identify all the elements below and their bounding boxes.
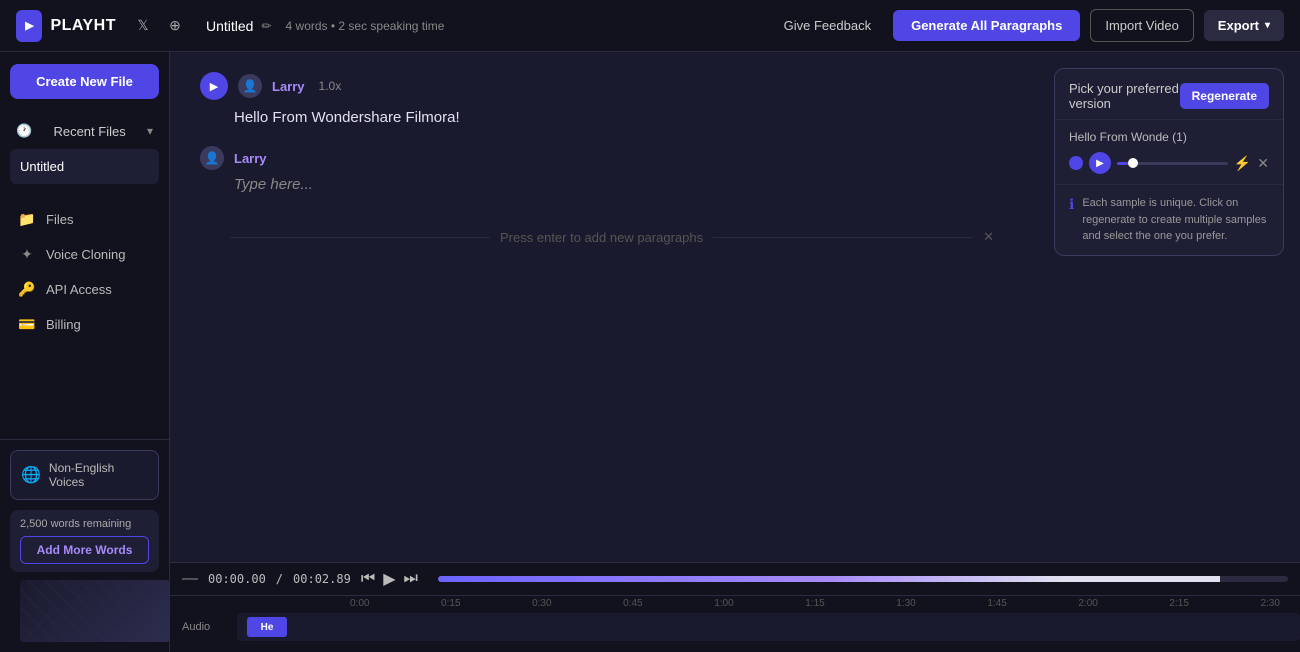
- skip-forward-button[interactable]: ⏭: [404, 570, 418, 588]
- audio-progress-fill: [1117, 162, 1128, 165]
- skip-back-button[interactable]: ⏮: [361, 570, 375, 588]
- thumbnail-preview: [20, 580, 170, 642]
- sidebar-item-files[interactable]: 📁 Files: [10, 202, 159, 237]
- timeline-progress-bar[interactable]: [438, 576, 1288, 582]
- speed-control-icon[interactable]: ⚡: [1234, 155, 1251, 172]
- ruler-marks: 0:00 0:15 0:30 0:45 1:00 1:15 1:30 1:45 …: [350, 598, 1300, 609]
- popup-panel-header: Pick your preferred version Regenerate: [1055, 69, 1283, 120]
- file-title: Untitled: [206, 18, 253, 34]
- popup-info: ℹ Each sample is unique. Click on regene…: [1055, 185, 1283, 255]
- play-pause-button[interactable]: ▶: [383, 569, 395, 589]
- speaker-name-1[interactable]: Larry: [272, 79, 305, 94]
- clock-icon: 🕐: [16, 123, 32, 139]
- editor-area: ▶ 👤 Larry 1.0x Hello From Wondershare Fi…: [170, 52, 1300, 652]
- topbar-actions: Give Feedback Generate All Paragraphs Im…: [772, 9, 1284, 42]
- paragraph-text-1[interactable]: Hello From Wondershare Filmora!: [200, 106, 1024, 130]
- timeline-progress-fill: [438, 576, 1220, 582]
- file-meta: 4 words • 2 sec speaking time: [286, 19, 445, 33]
- words-remaining-text: 2,500 words remaining: [20, 518, 149, 530]
- radio-select-sample[interactable]: [1069, 156, 1083, 170]
- chevron-down-icon: ▾: [147, 124, 153, 138]
- non-english-label: Non-English Voices: [49, 461, 148, 489]
- timeline-time-current: 00:00.00: [208, 572, 266, 586]
- files-icon: 📁: [18, 211, 36, 228]
- speed-badge-1[interactable]: 1.0x: [319, 79, 342, 93]
- create-new-file-button[interactable]: Create New File: [10, 64, 159, 99]
- billing-icon: 💳: [18, 316, 36, 333]
- sidebar-item-api-access[interactable]: 🔑 API Access: [10, 272, 159, 307]
- paragraph-header-1: ▶ 👤 Larry 1.0x: [200, 72, 1024, 100]
- popup-panel: Pick your preferred version Regenerate H…: [1054, 68, 1284, 256]
- timeline-time-total: 00:02.89: [293, 572, 351, 586]
- non-english-voices-box[interactable]: 🌐 Non-English Voices: [10, 450, 159, 500]
- sidebar-item-voice-cloning[interactable]: ✦ Voice Cloning: [10, 237, 159, 272]
- edit-title-icon[interactable]: ✏: [261, 19, 271, 33]
- logo-area: ▶ PLAYHT 𝕏 ⊕: [16, 10, 186, 42]
- speaker-avatar-2: 👤: [200, 146, 224, 170]
- audio-sample-title: Hello From Wonde (1): [1069, 130, 1269, 144]
- give-feedback-button[interactable]: Give Feedback: [772, 12, 883, 39]
- timeline-toolbar: — 00:00.00 / 00:02.89 ⏮ ▶ ⏭: [170, 563, 1300, 596]
- dismiss-hint-button[interactable]: ✕: [983, 229, 994, 245]
- hint-line-left: [230, 237, 490, 238]
- recent-files-header[interactable]: 🕐 Recent Files ▾: [10, 117, 159, 145]
- info-text: Each sample is unique. Click on regenera…: [1082, 195, 1269, 245]
- add-more-words-button[interactable]: Add More Words: [20, 536, 149, 564]
- speaker-avatar-1: 👤: [238, 74, 262, 98]
- export-button[interactable]: Export ▾: [1204, 10, 1284, 41]
- twitter-icon[interactable]: 𝕏: [132, 15, 154, 37]
- info-icon: ℹ: [1069, 196, 1074, 213]
- regenerate-button[interactable]: Regenerate: [1180, 83, 1269, 109]
- timeline-tracks: Audio He: [170, 609, 1300, 645]
- words-remaining-box: 2,500 words remaining Add More Words: [10, 510, 159, 572]
- timeline-ruler: 0:00 0:15 0:30 0:45 1:00 1:15 1:30 1:45 …: [170, 596, 1300, 609]
- editor-main: ▶ 👤 Larry 1.0x Hello From Wondershare Fi…: [170, 52, 1300, 562]
- popup-panel-title: Pick your preferred version: [1069, 81, 1180, 111]
- topbar: ▶ PLAYHT 𝕏 ⊕ Untitled ✏ 4 words • 2 sec …: [0, 0, 1300, 52]
- discord-icon[interactable]: ⊕: [164, 15, 186, 37]
- audio-progress-thumb: [1128, 158, 1138, 168]
- voice-cloning-icon: ✦: [18, 246, 36, 263]
- paragraph-block-2: 👤 Larry Type here...: [200, 146, 1024, 193]
- track-label-audio: Audio: [182, 621, 237, 633]
- import-video-button[interactable]: Import Video: [1090, 9, 1193, 42]
- recent-files-section: 🕐 Recent Files ▾ Untitled: [0, 111, 169, 194]
- logo-icon: ▶: [16, 10, 42, 42]
- paragraph-input-2[interactable]: Type here...: [200, 176, 1024, 193]
- track-lane-audio[interactable]: He: [237, 613, 1300, 641]
- generate-all-button[interactable]: Generate All Paragraphs: [893, 10, 1080, 41]
- logo-text: PLAYHT: [50, 17, 116, 35]
- track-block-audio[interactable]: He: [247, 617, 287, 637]
- audio-controls: ▶ ⚡ ✕: [1069, 152, 1269, 174]
- speaker-name-2[interactable]: Larry: [234, 151, 267, 166]
- hint-line-right: [713, 237, 973, 238]
- play-paragraph-1-button[interactable]: ▶: [200, 72, 228, 100]
- main-content: Create New File 🕐 Recent Files ▾ Untitle…: [0, 52, 1300, 652]
- close-sample-icon[interactable]: ✕: [1257, 155, 1269, 172]
- timeline-time-separator: /: [276, 572, 283, 586]
- sidebar: Create New File 🕐 Recent Files ▾ Untitle…: [0, 52, 170, 652]
- sidebar-bottom: 🌐 Non-English Voices 2,500 words remaini…: [0, 439, 169, 652]
- editor-content: ▶ 👤 Larry 1.0x Hello From Wondershare Fi…: [170, 52, 1054, 562]
- play-sample-button[interactable]: ▶: [1089, 152, 1111, 174]
- paragraph-block-1: ▶ 👤 Larry 1.0x Hello From Wondershare Fi…: [200, 72, 1024, 130]
- chevron-down-icon: ▾: [1265, 20, 1270, 31]
- sidebar-nav: 📁 Files ✦ Voice Cloning 🔑 API Access 💳 B…: [0, 194, 169, 439]
- audio-progress-bar[interactable]: [1117, 162, 1228, 165]
- sidebar-item-billing[interactable]: 💳 Billing: [10, 307, 159, 342]
- globe-icon: 🌐: [21, 465, 41, 485]
- paragraph-header-2: 👤 Larry: [200, 146, 1024, 170]
- audio-sample: Hello From Wonde (1) ▶ ⚡ ✕: [1055, 120, 1283, 185]
- press-enter-hint: Press enter to add new paragraphs ✕: [200, 209, 1024, 265]
- timeline-area: — 00:00.00 / 00:02.89 ⏮ ▶ ⏭ 0:00 0:15 0:…: [170, 562, 1300, 652]
- social-icons: 𝕏 ⊕: [132, 15, 186, 37]
- topbar-center: Untitled ✏ 4 words • 2 sec speaking time: [186, 18, 772, 34]
- api-key-icon: 🔑: [18, 281, 36, 298]
- press-enter-text: Press enter to add new paragraphs: [500, 230, 703, 245]
- timeline-mute-button[interactable]: —: [182, 570, 198, 588]
- recent-file-item[interactable]: Untitled: [10, 149, 159, 184]
- timeline-controls: ⏮ ▶ ⏭: [361, 569, 418, 589]
